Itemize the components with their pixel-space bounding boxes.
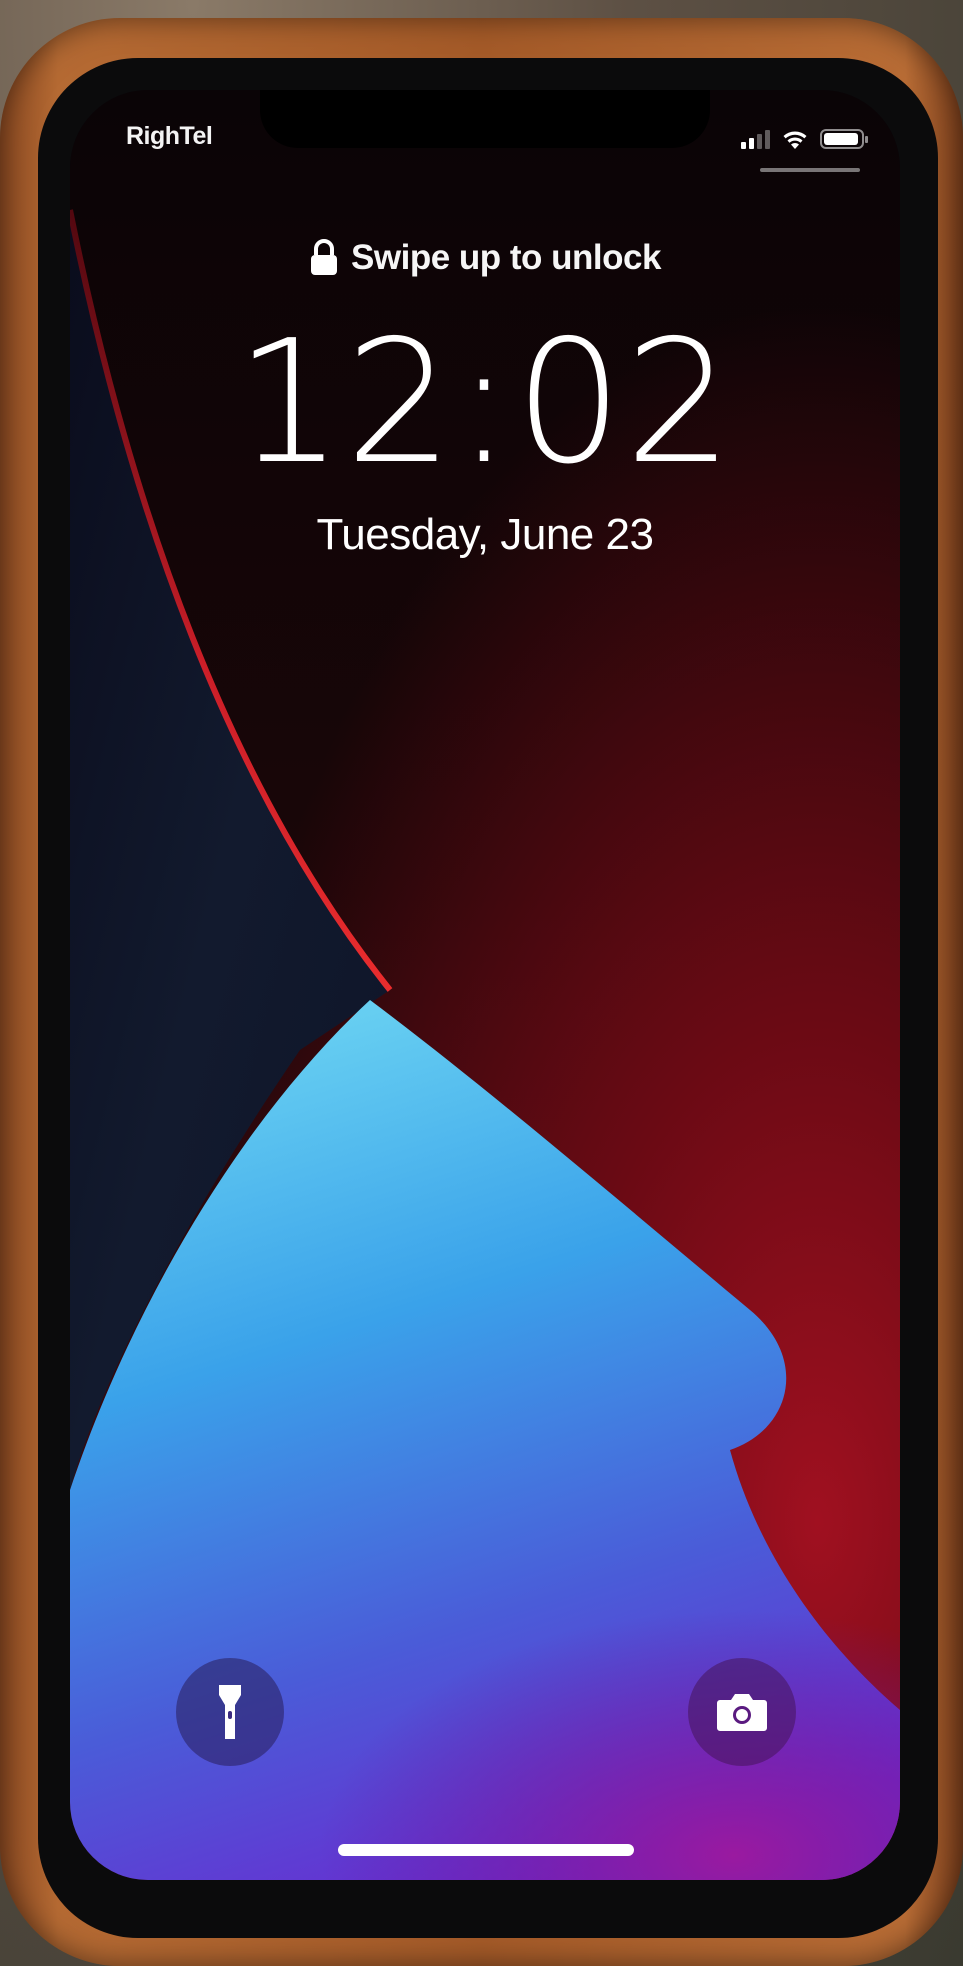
unlock-hint: Swipe up to unlock <box>70 238 900 278</box>
clock-time: 12:02 <box>235 304 735 502</box>
control-center-indicator[interactable] <box>760 168 860 172</box>
battery-fill <box>824 133 858 145</box>
battery-icon <box>820 129 868 149</box>
camera-button[interactable] <box>688 1658 796 1766</box>
lock-icon <box>311 239 338 275</box>
camera-icon <box>717 1694 767 1731</box>
home-indicator[interactable] <box>338 1844 634 1856</box>
signal-icon <box>741 129 770 149</box>
flashlight-button[interactable] <box>176 1658 284 1766</box>
notch <box>260 90 710 148</box>
wifi-icon <box>783 131 807 149</box>
flashlight-icon <box>219 1685 241 1739</box>
lock-screen[interactable]: RighTel Swipe up to unlock 12:02 Tuesday… <box>70 90 900 1880</box>
clock-date: Tuesday, June 23 <box>316 510 654 559</box>
unlock-hint-text: Swipe up to unlock <box>351 238 661 277</box>
carrier-name: RighTel <box>126 122 213 150</box>
status-icons <box>741 126 868 152</box>
